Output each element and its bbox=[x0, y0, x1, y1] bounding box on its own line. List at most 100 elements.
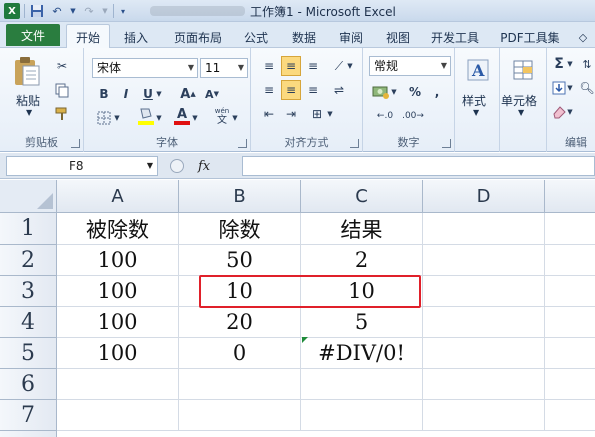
styles-icon[interactable]: A bbox=[465, 56, 491, 84]
align-middle-icon[interactable]: ≡ bbox=[281, 56, 301, 76]
cell-c7[interactable] bbox=[301, 400, 423, 431]
underline-dropdown-icon[interactable]: ▼ bbox=[154, 84, 164, 104]
accounting-format-icon[interactable] bbox=[371, 82, 391, 102]
cell-c6[interactable] bbox=[301, 369, 423, 400]
tab-pdf-tools[interactable]: PDF工具集 bbox=[494, 26, 566, 48]
borders-icon[interactable] bbox=[94, 108, 114, 128]
cell-e4[interactable] bbox=[545, 307, 595, 338]
tab-page-layout[interactable]: 页面布局 bbox=[166, 26, 230, 48]
cell-d5[interactable] bbox=[423, 338, 545, 369]
align-top-icon[interactable]: ≡ bbox=[259, 56, 279, 76]
clear-dropdown-icon[interactable]: ▼ bbox=[565, 102, 575, 122]
paste-button-label[interactable]: 粘贴 bbox=[16, 92, 40, 109]
cell-b1[interactable]: 除数 bbox=[179, 213, 301, 245]
clipboard-dialog-launcher-icon[interactable] bbox=[71, 139, 80, 148]
select-all-button[interactable] bbox=[0, 180, 57, 213]
ribbon-help-icon[interactable]: ◇ bbox=[574, 26, 592, 48]
wrap-text-icon[interactable]: ⇌ bbox=[329, 80, 349, 100]
increase-font-size-icon[interactable]: A ▲ bbox=[178, 84, 198, 104]
cell-e6[interactable] bbox=[545, 369, 595, 400]
font-dialog-launcher-icon[interactable] bbox=[238, 139, 247, 148]
save-icon[interactable] bbox=[29, 3, 45, 19]
phonetic-guide-icon[interactable]: wén 文 bbox=[212, 106, 232, 126]
cell-d4[interactable] bbox=[423, 307, 545, 338]
cell-a6[interactable] bbox=[57, 369, 179, 400]
number-dialog-launcher-icon[interactable] bbox=[442, 139, 451, 148]
insert-function-button[interactable]: fx bbox=[198, 159, 210, 174]
cells-dropdown-icon[interactable]: ▼ bbox=[518, 108, 524, 117]
row-header-4[interactable]: 4 bbox=[0, 307, 57, 338]
align-center-icon[interactable]: ≡ bbox=[281, 80, 301, 100]
cell-e2[interactable] bbox=[545, 245, 595, 276]
cell-d1[interactable] bbox=[423, 213, 545, 245]
font-name-select[interactable]: 宋体 ▼ bbox=[92, 58, 198, 78]
find-select-icon[interactable]: 🔍︎ bbox=[577, 78, 595, 98]
align-left-icon[interactable]: ≡ bbox=[259, 80, 279, 100]
orientation-dropdown-icon[interactable]: ▼ bbox=[345, 56, 355, 76]
name-box[interactable]: F8 ▼ bbox=[6, 156, 158, 176]
cell-a4[interactable]: 100 bbox=[57, 307, 179, 338]
number-format-select[interactable]: 常规 ▼ bbox=[369, 56, 451, 76]
align-right-icon[interactable]: ≡ bbox=[303, 80, 323, 100]
cell-a3[interactable]: 100 bbox=[57, 276, 179, 307]
fill-color-dropdown-icon[interactable]: ▼ bbox=[154, 108, 164, 128]
tab-insert[interactable]: 插入 bbox=[116, 26, 156, 48]
tab-home[interactable]: 开始 bbox=[66, 24, 110, 49]
customize-toolbar-icon[interactable]: ▾ bbox=[118, 3, 128, 19]
increase-decimal-icon[interactable]: ←.0 bbox=[375, 106, 395, 126]
paste-icon[interactable] bbox=[10, 54, 44, 88]
phonetic-dropdown-icon[interactable]: ▼ bbox=[230, 108, 240, 128]
cell-e5[interactable] bbox=[545, 338, 595, 369]
decrease-font-size-icon[interactable]: A ▼ bbox=[202, 84, 222, 104]
redo-dropdown-icon[interactable]: ▼ bbox=[101, 3, 109, 19]
cell-a2[interactable]: 100 bbox=[57, 245, 179, 276]
merge-center-icon[interactable]: ⊞ bbox=[307, 104, 327, 124]
cell-e7[interactable] bbox=[545, 400, 595, 431]
bold-button[interactable]: B bbox=[94, 84, 114, 104]
tab-formulas[interactable]: 公式 bbox=[236, 26, 276, 48]
cells-button-label[interactable]: 单元格 bbox=[501, 92, 537, 109]
cell-b6[interactable] bbox=[179, 369, 301, 400]
format-painter-icon[interactable] bbox=[52, 104, 72, 124]
font-color-icon[interactable]: A bbox=[172, 106, 192, 126]
cell-e1[interactable] bbox=[545, 213, 595, 245]
copy-icon[interactable] bbox=[52, 80, 72, 100]
tab-developer[interactable]: 开发工具 bbox=[426, 26, 484, 48]
undo-icon[interactable]: ↶ bbox=[49, 3, 65, 19]
tab-review[interactable]: 审阅 bbox=[331, 26, 371, 48]
column-header-d[interactable]: D bbox=[423, 180, 545, 213]
styles-dropdown-icon[interactable]: ▼ bbox=[473, 108, 479, 117]
tab-view[interactable]: 视图 bbox=[378, 26, 418, 48]
decrease-indent-icon[interactable]: ⇤ bbox=[259, 104, 279, 124]
column-header-e[interactable] bbox=[545, 180, 595, 213]
accounting-dropdown-icon[interactable]: ▼ bbox=[389, 82, 399, 102]
italic-button[interactable]: I bbox=[116, 84, 136, 104]
decrease-decimal-icon[interactable]: .00→ bbox=[402, 106, 424, 126]
row-header-7[interactable]: 7 bbox=[0, 400, 57, 431]
increase-indent-icon[interactable]: ⇥ bbox=[281, 104, 301, 124]
fill-color-icon[interactable] bbox=[136, 106, 156, 126]
undo-dropdown-icon[interactable]: ▼ bbox=[69, 3, 77, 19]
align-bottom-icon[interactable]: ≡ bbox=[303, 56, 323, 76]
comma-style-button[interactable]: , bbox=[427, 82, 447, 102]
column-header-c[interactable]: C bbox=[301, 180, 423, 213]
tab-file[interactable]: 文件 bbox=[6, 24, 60, 46]
alignment-dialog-launcher-icon[interactable] bbox=[350, 139, 359, 148]
cell-c2[interactable]: 2 bbox=[301, 245, 423, 276]
error-indicator-icon[interactable] bbox=[302, 337, 308, 343]
cell-d2[interactable] bbox=[423, 245, 545, 276]
cell-c5[interactable]: #DIV/0! bbox=[301, 338, 423, 369]
cell-b2[interactable]: 50 bbox=[179, 245, 301, 276]
cell-a1[interactable]: 被除数 bbox=[57, 213, 179, 245]
column-header-a[interactable]: A bbox=[57, 180, 179, 213]
column-header-b[interactable]: B bbox=[179, 180, 301, 213]
cell-b7[interactable] bbox=[179, 400, 301, 431]
cancel-entry-icon[interactable] bbox=[170, 159, 184, 173]
row-header-8[interactable] bbox=[0, 431, 57, 437]
merge-dropdown-icon[interactable]: ▼ bbox=[325, 104, 335, 124]
cell-e3[interactable] bbox=[545, 276, 595, 307]
formula-input[interactable] bbox=[242, 156, 595, 176]
autosum-dropdown-icon[interactable]: ▼ bbox=[565, 54, 575, 74]
paste-dropdown-icon[interactable]: ▼ bbox=[26, 108, 32, 117]
row-header-3[interactable]: 3 bbox=[0, 276, 57, 307]
